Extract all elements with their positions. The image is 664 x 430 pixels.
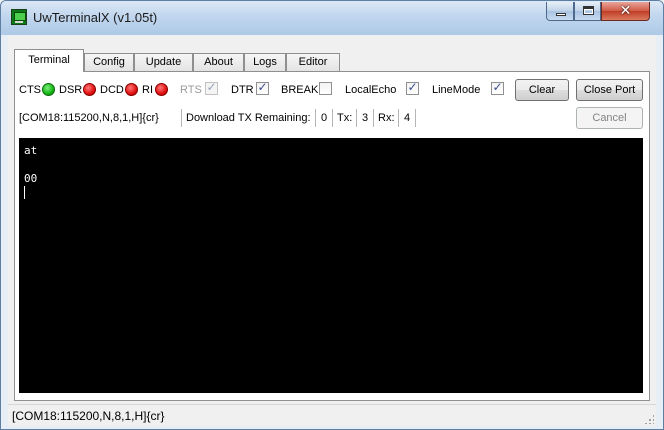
rts-label: RTS: [180, 84, 202, 96]
text-cursor: [24, 186, 25, 199]
divider: [315, 109, 316, 127]
terminal-app-icon: [11, 9, 27, 25]
divider: [181, 109, 182, 127]
window-title: UwTerminalX (v1.05t): [33, 10, 158, 25]
terminal-cursor-line: [24, 186, 638, 200]
divider: [332, 109, 333, 127]
close-port-button[interactable]: Close Port: [576, 79, 643, 101]
tab-about[interactable]: About: [193, 53, 244, 71]
tx-value: 3: [362, 112, 369, 124]
terminal-line: at: [24, 144, 38, 157]
dsr-label: DSR: [59, 84, 83, 96]
maximize-button[interactable]: [574, 2, 601, 21]
terminal-tab-pane: CTS DSR DCD RI RTS ✓ DTR ✓ BREAK LocalEc…: [14, 71, 650, 401]
break-checkbox[interactable]: [319, 82, 332, 95]
minimize-button[interactable]: [546, 2, 574, 21]
status-bar-text: [COM18:115200,N,8,1,H]{cr}: [12, 409, 165, 423]
checkmark-icon: ✓: [206, 80, 217, 94]
linemode-checkbox[interactable]: ✓: [491, 80, 504, 95]
close-icon: ✕: [619, 3, 632, 19]
tx-label: Tx:: [337, 112, 353, 124]
divider: [415, 109, 416, 127]
dcd-label: DCD: [100, 84, 124, 96]
rx-label: Rx:: [378, 112, 395, 124]
tab-config[interactable]: Config: [84, 53, 134, 71]
tab-terminal[interactable]: Terminal: [14, 49, 84, 72]
status-row: [COM18:115200,N,8,1,H]{cr} Download TX R…: [19, 107, 647, 129]
localecho-label: LocalEcho: [345, 84, 397, 96]
title-bar[interactable]: UwTerminalX (v1.05t) ✕: [1, 1, 663, 35]
download-label: Download TX Remaining:: [186, 112, 311, 124]
dsr-indicator-icon: [83, 83, 96, 96]
client-area: Terminal Config Update About Logs Editor…: [8, 35, 656, 426]
cts-label: CTS: [19, 84, 41, 96]
checkmark-icon: ✓: [407, 80, 418, 94]
checkmark-icon: ✓: [492, 80, 503, 94]
port-info: [COM18:115200,N,8,1,H]{cr}: [19, 112, 159, 124]
checkmark-icon: ✓: [257, 80, 268, 94]
tab-editor[interactable]: Editor: [286, 53, 340, 71]
clear-button[interactable]: Clear: [515, 79, 569, 101]
control-row: CTS DSR DCD RI RTS ✓ DTR ✓ BREAK LocalEc…: [19, 79, 647, 101]
break-label: BREAK: [281, 84, 319, 96]
resize-grip-icon[interactable]: [644, 414, 654, 424]
maximize-icon: [583, 6, 594, 15]
dtr-checkbox[interactable]: ✓: [256, 80, 269, 95]
linemode-label: LineMode: [432, 84, 481, 96]
tab-update[interactable]: Update: [134, 53, 193, 71]
minimize-icon: [556, 13, 566, 16]
close-window-button[interactable]: ✕: [601, 2, 650, 21]
rx-value: 4: [404, 112, 411, 124]
terminal-line: 00: [24, 172, 38, 185]
app-window: UwTerminalX (v1.05t) ✕ Terminal Config U…: [0, 0, 664, 430]
divider: [356, 109, 357, 127]
dcd-indicator-icon: [125, 83, 138, 96]
terminal-output[interactable]: at 00: [19, 138, 643, 393]
localecho-checkbox[interactable]: ✓: [406, 80, 419, 95]
status-bar: [COM18:115200,N,8,1,H]{cr}: [8, 404, 656, 426]
ri-label: RI: [142, 84, 153, 96]
cancel-button[interactable]: Cancel: [576, 107, 643, 129]
divider: [373, 109, 374, 127]
tab-logs[interactable]: Logs: [244, 53, 286, 71]
rts-checkbox[interactable]: ✓: [205, 80, 218, 95]
dtr-label: DTR: [231, 84, 254, 96]
divider: [398, 109, 399, 127]
ri-indicator-icon: [155, 83, 168, 96]
download-value: 0: [321, 112, 328, 124]
cts-indicator-icon: [42, 83, 55, 96]
